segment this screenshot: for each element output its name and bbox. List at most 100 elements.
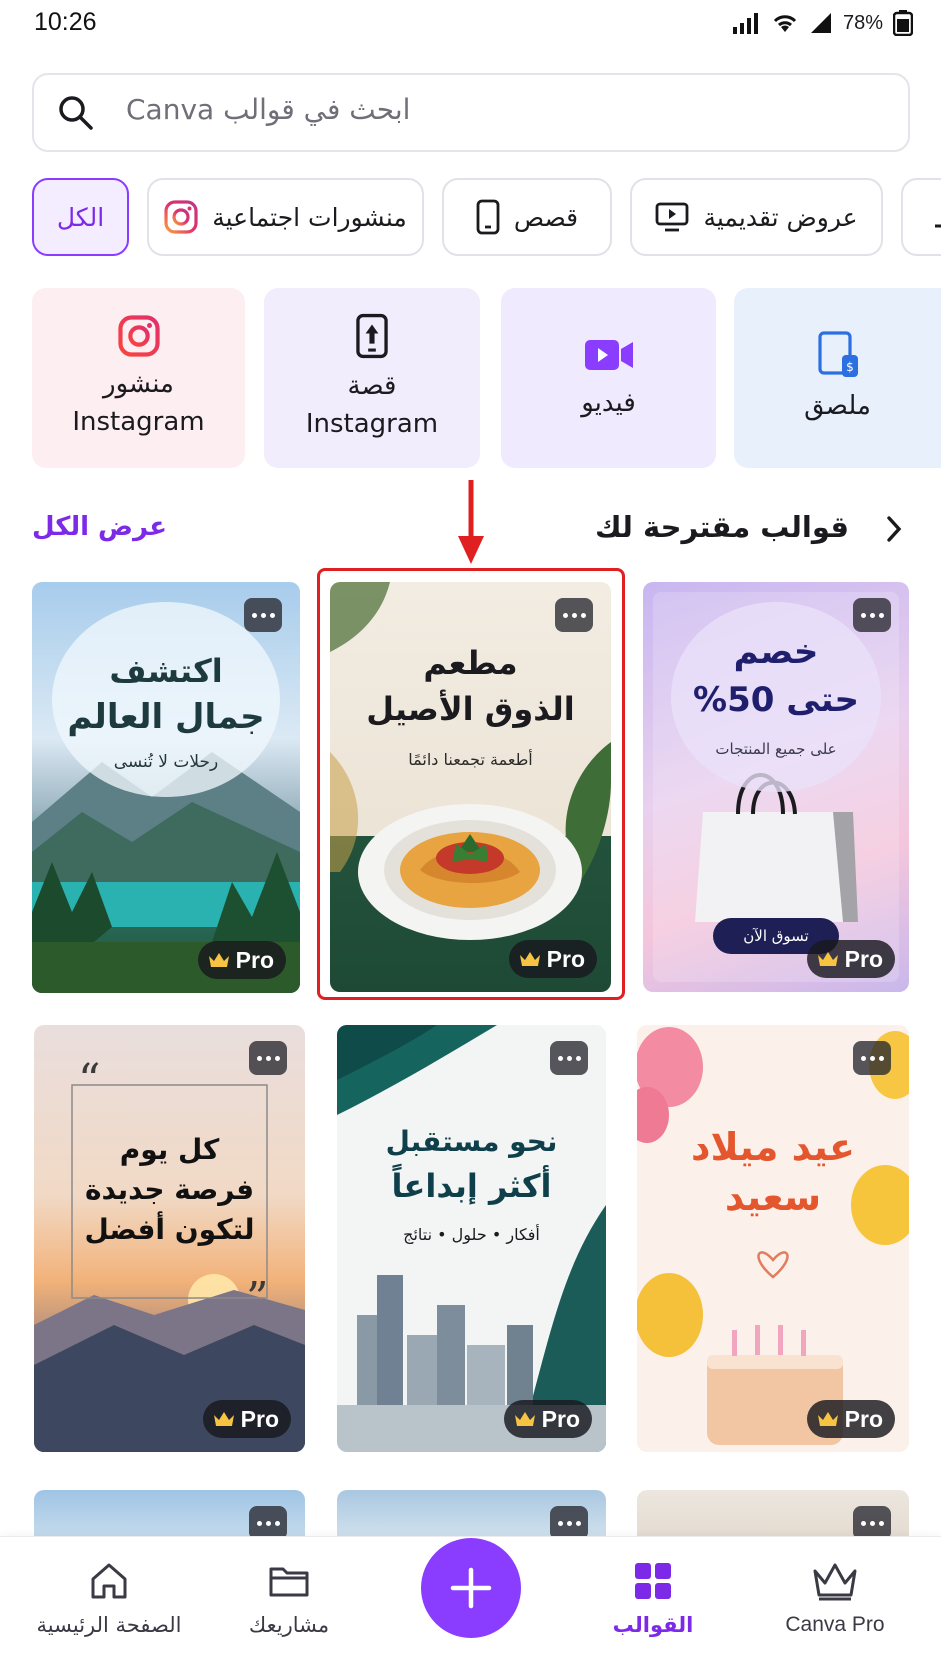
template-subtitle: على جميع المنتجات (715, 740, 837, 758)
template-card-sale[interactable]: خصم حتى 50% على جميع المنتجات تسوق الآن … (643, 582, 909, 992)
template-card-future[interactable]: نحو مستقبل أكثر إبداعاً أفكار • حلول • ن… (337, 1025, 606, 1452)
more-options-button[interactable] (853, 1041, 891, 1075)
search-icon (59, 96, 93, 130)
pro-badge: Pro (503, 1400, 592, 1438)
search-input[interactable]: ابحث في قوالب Canva (126, 93, 410, 126)
pro-label: Pro (844, 945, 883, 972)
tile-label-line2: Instagram (305, 409, 439, 439)
pro-label: Pro (541, 1405, 580, 1432)
nav-projects[interactable]: مشاريعك (194, 1559, 384, 1637)
see-all-link[interactable]: عرض الكل (32, 512, 167, 542)
tile-instagram-post[interactable]: منشور Instagram (32, 288, 245, 468)
grid-icon (635, 1563, 671, 1599)
template-title-line2: فرصة جديدة (84, 1173, 255, 1206)
tile-label-line1: منشور (103, 369, 174, 399)
more-options-button[interactable] (244, 598, 282, 632)
birthday-cake-image (637, 1027, 909, 1445)
phone-icon (476, 199, 500, 235)
more-options-button[interactable] (249, 1041, 287, 1075)
svg-text:”: ” (246, 1273, 269, 1324)
template-title-line1: اكتشف (109, 652, 223, 690)
nav-home[interactable]: الصفحة الرئيسية (14, 1559, 204, 1637)
template-title-line2: جمال العالم (67, 697, 265, 737)
instagram-icon (164, 200, 198, 234)
nav-label: Canva Pro (785, 1613, 885, 1636)
pro-badge: Pro (806, 1400, 895, 1438)
template-title-line1: نحو مستقبل (385, 1125, 558, 1158)
template-card-travel[interactable]: اكتشف جمال العالم رحلات لا تُنسى Pro (32, 582, 300, 993)
chip-stories[interactable]: قصص (442, 178, 612, 256)
crown-icon (817, 1412, 838, 1426)
tile-label-line1: ملصق (804, 391, 871, 421)
tile-video[interactable]: فيديو (501, 288, 716, 468)
pro-label: Pro (235, 946, 274, 973)
section-title: قوالب مقترحة لك (595, 510, 849, 544)
more-options-button[interactable] (249, 1506, 287, 1540)
chip-more[interactable] (901, 178, 941, 256)
template-title-line1: كل يوم (119, 1133, 220, 1166)
nav-label: الصفحة الرئيسية (36, 1613, 182, 1637)
status-bar: 10:26 78% (0, 0, 941, 52)
red-arrow-annotation (458, 480, 484, 564)
plus-icon (450, 1567, 492, 1609)
chip-all[interactable]: الكل (32, 178, 129, 256)
tile-poster[interactable]: $ ملصق (734, 288, 941, 468)
template-title-line3: لتكون أفضل (84, 1213, 255, 1246)
home-icon (91, 1563, 127, 1599)
highlight-annotation (317, 568, 625, 1000)
crown-icon (213, 1412, 234, 1426)
tile-instagram-story[interactable]: قصة Instagram (264, 288, 480, 468)
chip-label: منشورات اجتماعية (212, 202, 407, 232)
template-title-line2: أكثر إبداعاً (391, 1167, 552, 1205)
folder-icon (269, 1567, 309, 1597)
template-card-birthday[interactable]: عيد ميلاد سعيد Pro (637, 1025, 909, 1452)
battery-percent: 78% (842, 11, 883, 34)
more-options-button[interactable] (853, 598, 891, 632)
status-time: 10:26 (34, 8, 97, 36)
search-bar[interactable]: ابحث في قوالب Canva (32, 73, 910, 152)
chip-partial-icon (935, 224, 941, 228)
tile-label-line1: فيديو (581, 388, 636, 418)
crown-icon (813, 1563, 857, 1601)
crown-icon (514, 1412, 535, 1426)
nav-canva-pro[interactable]: Canva Pro (740, 1559, 930, 1637)
template-title-line2: حتى 50% (692, 680, 860, 720)
nav-label: القوالب (612, 1613, 694, 1637)
instagram-icon (117, 315, 160, 357)
template-subtitle: أفكار • حلول • نتائج (403, 1225, 540, 1244)
chip-social-posts[interactable]: منشورات اجتماعية (147, 178, 424, 256)
chevron-right-icon[interactable] (881, 514, 907, 544)
pro-badge: Pro (202, 1400, 291, 1438)
template-subtitle: رحلات لا تُنسى (113, 752, 219, 772)
category-chips: عروض تقديمية قصص منشورات اجتماعية الكل (0, 178, 941, 258)
poster-icon: $ (817, 331, 858, 377)
crown-icon (817, 952, 838, 966)
create-button[interactable] (421, 1538, 521, 1638)
crown-icon (208, 953, 229, 967)
video-camera-icon (584, 340, 633, 370)
more-options-button[interactable] (550, 1041, 588, 1075)
chip-label: قصص (513, 202, 579, 232)
presentation-icon (656, 202, 689, 232)
pro-label: Pro (844, 1405, 883, 1432)
template-title-line1: عيد ميلاد (690, 1125, 856, 1169)
template-title-line2: سعيد (724, 1175, 822, 1219)
chip-label: عروض تقديمية (703, 202, 858, 232)
battery-icon (893, 10, 913, 36)
template-card-quote[interactable]: “ ” كل يوم فرصة جديدة لتكون أفضل Pro (34, 1025, 305, 1452)
signal-icon (732, 13, 758, 34)
svg-text:$: $ (846, 360, 854, 374)
phone-story-icon (356, 313, 388, 359)
tile-label-line1: قصة (347, 371, 397, 401)
wifi-icon (773, 15, 797, 32)
nav-label: مشاريعك (248, 1613, 330, 1637)
nav-templates[interactable]: القوالب (558, 1559, 748, 1637)
svg-text:“: “ (78, 1055, 101, 1106)
chip-presentations[interactable]: عروض تقديمية (630, 178, 883, 256)
chip-label: الكل (56, 202, 105, 232)
pro-label: Pro (240, 1405, 279, 1432)
more-options-button[interactable] (853, 1506, 891, 1540)
more-options-button[interactable] (550, 1506, 588, 1540)
pro-badge: Pro (806, 940, 895, 978)
template-title-line1: خصم (733, 632, 819, 672)
